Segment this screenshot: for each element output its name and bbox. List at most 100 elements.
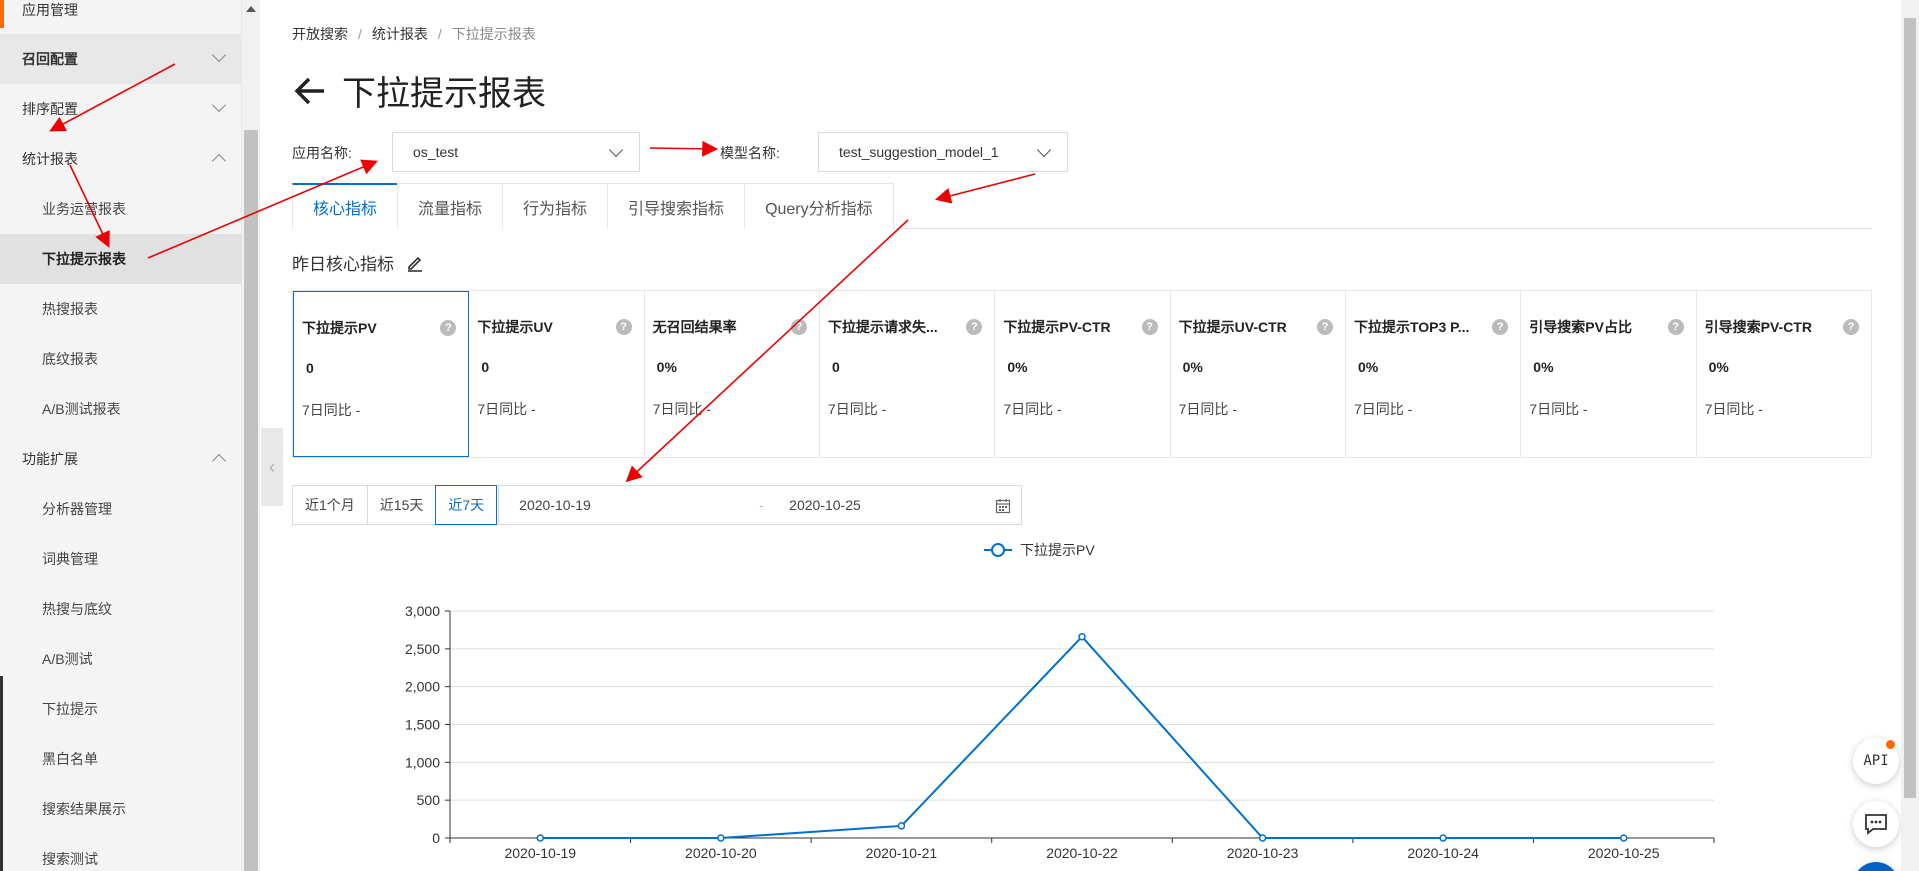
- sidebar-item-blackwhite-list[interactable]: 黑白名单: [0, 734, 242, 784]
- y-tick-label: 2,500: [405, 641, 440, 657]
- metric-name: 下拉提示请求失...: [827, 319, 938, 335]
- sidebar-item-label: 功能扩展: [22, 451, 78, 467]
- help-icon[interactable]: ?: [440, 320, 457, 336]
- metric-value: 0: [306, 360, 314, 376]
- page-scrollbar-thumb[interactable]: [1904, 18, 1916, 798]
- date-range-bar: 近1个月 近15天 近7天 2020-10-19 - 2020-10-25: [292, 485, 1023, 525]
- sidebar-item-suggestion[interactable]: 下拉提示: [0, 684, 242, 734]
- sidebar-item-business-report[interactable]: 业务运营报表: [0, 184, 242, 234]
- date-range-input[interactable]: 2020-10-19 - 2020-10-25: [498, 485, 1023, 525]
- page-scrollbar[interactable]: [1901, 0, 1919, 871]
- sidebar-item-label: 分析器管理: [42, 501, 112, 517]
- data-point: [1078, 632, 1086, 641]
- page-title: 下拉提示报表: [342, 75, 546, 113]
- last-7-days-button[interactable]: 近7天: [435, 485, 498, 525]
- metrics-row: 下拉提示PV ? 0 7日同比 - 下拉提示UV ? 0 7日同比 - 无召回结…: [292, 290, 1872, 458]
- metric-card[interactable]: 引导搜索PV占比 ? 0% 7日同比 -: [1521, 291, 1697, 457]
- sidebar-scrollbar[interactable]: [242, 0, 260, 871]
- metric-name: 下拉提示UV-CTR: [1178, 319, 1287, 335]
- legend-label: 下拉提示PV: [1020, 542, 1095, 558]
- y-tick-label: 0: [432, 830, 440, 846]
- sidebar-item-hot-search-report[interactable]: 热搜报表: [0, 284, 242, 334]
- sidebar-collapse-handle[interactable]: ‹: [261, 428, 283, 506]
- chevron-down-icon: [211, 97, 227, 113]
- scroll-up-icon[interactable]: [246, 6, 256, 12]
- sidebar-item-ab-test[interactable]: A/B测试: [0, 634, 242, 684]
- sidebar-scrollbar-thumb[interactable]: [244, 130, 258, 871]
- tab-query-analysis[interactable]: Query分析指标: [744, 183, 894, 229]
- title-row: 下拉提示报表: [292, 66, 546, 115]
- model-select[interactable]: test_suggestion_model_1: [818, 132, 1068, 172]
- help-icon[interactable]: ?: [615, 319, 632, 335]
- calendar-icon[interactable]: [995, 498, 1011, 514]
- help-icon[interactable]: ?: [1492, 319, 1509, 335]
- chat-icon: [1865, 814, 1887, 835]
- sidebar-item-ab-test-report[interactable]: A/B测试报表: [0, 384, 242, 434]
- breadcrumb-item[interactable]: 统计报表: [372, 26, 428, 42]
- data-point: [536, 834, 545, 842]
- help-icon[interactable]: ?: [1842, 319, 1859, 335]
- metric-card[interactable]: 下拉提示UV-CTR ? 0% 7日同比 -: [1171, 291, 1346, 457]
- metric-name: 引导搜索PV占比: [1529, 319, 1632, 335]
- metric-compare: 7日同比 -: [1353, 401, 1413, 417]
- last-15-days-button[interactable]: 近15天: [366, 485, 437, 525]
- sidebar-item-recall-config[interactable]: 召回配置: [0, 34, 242, 84]
- sidebar-item-search-test[interactable]: 搜索测试: [0, 834, 242, 871]
- sidebar-item-sort-config[interactable]: 排序配置: [0, 84, 242, 134]
- tab-guided-search-metrics[interactable]: 引导搜索指标: [607, 183, 746, 229]
- back-arrow-icon[interactable]: [292, 73, 328, 109]
- metric-card[interactable]: 下拉提示请求失... ? 0 7日同比 -: [820, 291, 996, 457]
- chevron-down-icon: [1036, 142, 1052, 158]
- chat-button[interactable]: [1853, 801, 1899, 847]
- tab-traffic-metrics[interactable]: 流量指标: [397, 183, 504, 229]
- help-icon[interactable]: ?: [790, 319, 807, 335]
- api-button[interactable]: API: [1853, 738, 1899, 784]
- sidebar-item-shading-report[interactable]: 底纹报表: [0, 334, 242, 384]
- main-content: 开放搜索 / 统计报表 / 下拉提示报表 下拉提示报表 应用名称: os_test 模型…: [292, 0, 1872, 871]
- sidebar-item-analyzer[interactable]: 分析器管理: [0, 484, 242, 534]
- tab-core-metrics[interactable]: 核心指标: [292, 183, 399, 229]
- sidebar-item-reports[interactable]: 统计报表: [0, 134, 242, 184]
- sidebar-item-result-display[interactable]: 搜索结果展示: [0, 784, 242, 834]
- sidebar-item-extensions[interactable]: 功能扩展: [0, 434, 242, 484]
- metric-value: 0%: [1533, 359, 1554, 375]
- sidebar-item-app-management[interactable]: 应用管理: [0, 0, 242, 35]
- metric-card[interactable]: 下拉提示TOP3 P... ? 0% 7日同比 -: [1346, 291, 1522, 457]
- last-month-button[interactable]: 近1个月: [292, 485, 368, 525]
- data-point: [1619, 834, 1628, 842]
- metric-card[interactable]: 下拉提示PV ? 0 7日同比 -: [293, 291, 470, 457]
- metric-card[interactable]: 引导搜索PV-CTR ? 0% 7日同比 -: [1697, 291, 1871, 457]
- help-icon[interactable]: ?: [1316, 319, 1333, 335]
- end-date[interactable]: 2020-10-25: [789, 497, 861, 513]
- chevron-up-icon: [211, 153, 227, 169]
- app-select[interactable]: os_test: [392, 132, 640, 172]
- metric-value: 0: [831, 359, 840, 375]
- tab-behavior-metrics[interactable]: 行为指标: [502, 183, 609, 229]
- x-tick-label: 2020-10-21: [866, 845, 938, 861]
- edit-icon[interactable]: [406, 254, 424, 272]
- metric-card[interactable]: 无召回结果率 ? 0% 7日同比 -: [645, 291, 820, 457]
- breadcrumb-item[interactable]: 开放搜索: [292, 26, 348, 42]
- breadcrumb-separator: /: [437, 26, 442, 42]
- sidebar-item-label: A/B测试: [42, 651, 93, 667]
- metric-compare: 7日同比 -: [477, 401, 536, 417]
- sidebar-item-label: 下拉提示: [42, 701, 98, 717]
- sidebar-item-label: 热搜与底纹: [42, 601, 112, 617]
- sidebar-item-label: 搜索测试: [42, 851, 98, 867]
- chevron-up-icon: [211, 453, 227, 469]
- model-select-value: test_suggestion_model_1: [839, 144, 999, 160]
- metric-compare: 7日同比 -: [652, 401, 711, 417]
- help-icon[interactable]: ?: [966, 319, 983, 335]
- sidebar-item-suggestion-report[interactable]: 下拉提示报表: [0, 234, 242, 284]
- help-icon[interactable]: ?: [1667, 319, 1684, 335]
- help-icon[interactable]: ?: [1141, 319, 1158, 335]
- metric-value: 0%: [1007, 359, 1028, 375]
- sidebar-item-hot-shading[interactable]: 热搜与底纹: [0, 584, 242, 634]
- start-date[interactable]: 2020-10-19: [519, 497, 591, 513]
- metric-compare: 7日同比 -: [1529, 401, 1588, 417]
- metric-card[interactable]: 下拉提示UV ? 0 7日同比 -: [469, 291, 645, 457]
- metric-name: 下拉提示TOP3 P...: [1353, 319, 1470, 335]
- metric-name: 下拉提示PV: [302, 320, 377, 336]
- sidebar-item-dictionary[interactable]: 词典管理: [0, 534, 242, 584]
- metric-card[interactable]: 下拉提示PV-CTR ? 0% 7日同比 -: [995, 291, 1171, 457]
